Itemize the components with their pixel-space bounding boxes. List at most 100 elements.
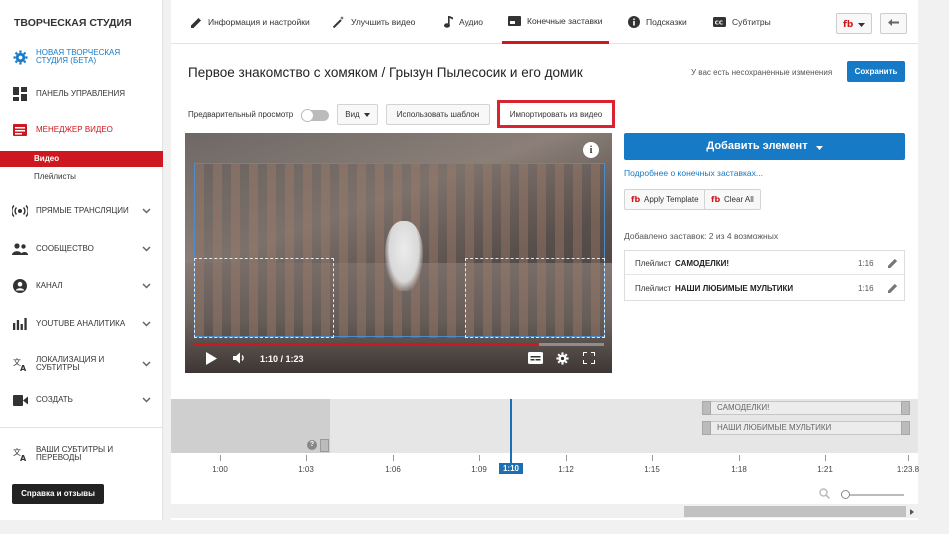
tab-info-settings[interactable]: Информация и настройки bbox=[191, 0, 310, 44]
timeline-ruler: 1:00 1:03 1:06 1:09 1:12 1:15 1:18 1:21 … bbox=[171, 453, 919, 483]
element-name: НАШИ ЛЮБИМЫЕ МУЛЬТИКИ bbox=[675, 284, 794, 293]
create-icon bbox=[12, 392, 28, 408]
channel-icon bbox=[12, 278, 28, 294]
list-item[interactable]: Плейлист САМОДЕЛКИ! 1:16 bbox=[625, 252, 904, 275]
add-element-button[interactable]: Добавить элемент bbox=[624, 133, 905, 160]
timeline-track-item[interactable]: НАШИ ЛЮБИМЫЕ МУЛЬТИКИ bbox=[702, 421, 910, 435]
tick-label: 1:09 bbox=[471, 465, 487, 474]
list-item[interactable]: Плейлист НАШИ ЛЮБИМЫЕ МУЛЬТИКИ 1:16 bbox=[625, 277, 904, 300]
zoom-icon bbox=[819, 488, 831, 501]
preview-label: Предварительный просмотр bbox=[188, 110, 294, 119]
help-feedback-button[interactable]: Справка и отзывы bbox=[12, 484, 104, 504]
track-handle-right[interactable] bbox=[901, 401, 910, 415]
tab-label: Конечные заставки bbox=[527, 15, 603, 26]
zoom-slider[interactable] bbox=[841, 490, 904, 499]
sidebar-item-create[interactable]: СОЗДАТЬ bbox=[0, 392, 163, 408]
tick-label: 1:06 bbox=[385, 465, 401, 474]
preview-toggle[interactable] bbox=[301, 109, 329, 122]
track-label: НАШИ ЛЮБИМЫЕ МУЛЬТИКИ bbox=[717, 423, 832, 432]
zoom-slider-knob[interactable] bbox=[841, 490, 850, 499]
clear-all-label: Clear All bbox=[724, 195, 754, 204]
sidebar-item-label: ЛОКАЛИЗАЦИЯ И СУБТИТРЫ bbox=[36, 354, 105, 372]
volume-icon[interactable] bbox=[233, 352, 246, 364]
tab-enhance[interactable]: Улучшить видео bbox=[333, 0, 415, 44]
subtitles-icon[interactable] bbox=[528, 352, 543, 364]
sidebar-item-localization[interactable]: 文A ЛОКАЛИЗАЦИЯ И СУБТИТРЫ bbox=[0, 352, 163, 376]
fullscreen-icon[interactable] bbox=[583, 352, 595, 364]
end-screen-element-placeholder[interactable] bbox=[194, 258, 334, 338]
settings-gear-icon[interactable] bbox=[556, 352, 569, 365]
scroll-right-icon[interactable] bbox=[907, 506, 917, 517]
element-duration: 1:16 bbox=[858, 284, 874, 293]
tick-mark bbox=[825, 455, 826, 461]
chevron-down-icon bbox=[858, 19, 865, 29]
view-dropdown[interactable]: Вид bbox=[337, 104, 378, 125]
tick-label: 1:15 bbox=[644, 465, 660, 474]
sidebar-subitem-playlists[interactable]: Плейлисты bbox=[0, 169, 163, 185]
element-list: Плейлист САМОДЕЛКИ! 1:16 Плейлист НАШИ Л… bbox=[624, 250, 905, 301]
timeline-start-handle[interactable] bbox=[320, 439, 329, 452]
pencil-icon[interactable] bbox=[888, 258, 898, 270]
sidebar-item-analytics[interactable]: YOUTUBE АНАЛИТИКА bbox=[0, 316, 163, 332]
unsaved-changes-text: У вас есть несохраненные изменения bbox=[691, 68, 833, 77]
tab-end-screens[interactable]: Конечные заставки bbox=[502, 0, 609, 44]
sidebar-item-label: КАНАЛ bbox=[36, 280, 63, 290]
sidebar: ТВОРЧЕСКАЯ СТУДИЯ НОВАЯ ТВОРЧЕСКАЯ СТУДИ… bbox=[0, 0, 163, 520]
sidebar-item-live[interactable]: ПРЯМЫЕ ТРАНСЛЯЦИИ bbox=[0, 203, 163, 219]
save-button[interactable]: Сохранить bbox=[847, 61, 905, 82]
clear-all-button[interactable]: fb Clear All bbox=[704, 189, 761, 210]
dashboard-icon bbox=[12, 86, 28, 102]
end-screen-icon bbox=[508, 15, 521, 26]
tick-mark bbox=[908, 455, 909, 461]
playhead[interactable] bbox=[510, 399, 512, 463]
channel-menu-button[interactable]: fb bbox=[836, 13, 872, 34]
progress-fill bbox=[193, 343, 540, 346]
tab-label: Аудио bbox=[459, 17, 483, 27]
chevron-down-icon bbox=[142, 206, 151, 216]
help-icon[interactable]: ? bbox=[307, 440, 317, 450]
playhead-time: 1:10 bbox=[499, 463, 523, 474]
apply-template-button[interactable]: fb Apply Template bbox=[624, 189, 706, 210]
magic-wand-icon bbox=[333, 16, 345, 28]
translate-icon: 文A bbox=[12, 446, 28, 462]
import-from-video-button[interactable]: Импортировать из видео bbox=[500, 104, 612, 125]
use-template-button[interactable]: Использовать шаблон bbox=[386, 104, 490, 125]
video-player[interactable]: i 1:10 / 1:23 bbox=[185, 133, 612, 373]
chevron-down-icon bbox=[363, 110, 370, 119]
track-handle-left[interactable] bbox=[702, 421, 711, 435]
back-button[interactable] bbox=[880, 13, 907, 34]
sidebar-item-label: YOUTUBE АНАЛИТИКА bbox=[36, 318, 126, 328]
track-handle-right[interactable] bbox=[901, 421, 910, 435]
sidebar-item-new-studio[interactable]: НОВАЯ ТВОРЧЕСКАЯ СТУДИЯ (БЕТА) bbox=[0, 45, 163, 69]
end-screen-editor: Первое знакомство с хомяком / Грызун Пыл… bbox=[171, 44, 918, 399]
tick-label: 1:21 bbox=[817, 465, 833, 474]
learn-more-link[interactable]: Подробнее о конечных заставках... bbox=[624, 168, 763, 178]
timeline-track-item[interactable]: САМОДЕЛКИ! bbox=[702, 401, 910, 415]
sidebar-item-channel[interactable]: КАНАЛ bbox=[0, 278, 163, 294]
video-progress-bar[interactable] bbox=[193, 343, 604, 346]
tab-audio[interactable]: Аудио bbox=[444, 0, 483, 44]
pencil-icon[interactable] bbox=[888, 283, 898, 295]
track-handle-left[interactable] bbox=[702, 401, 711, 415]
play-icon[interactable] bbox=[206, 352, 217, 365]
tick-mark bbox=[652, 455, 653, 461]
cc-icon: CC bbox=[713, 17, 726, 27]
back-arrow-icon bbox=[888, 18, 899, 29]
end-screen-element-placeholder[interactable] bbox=[465, 258, 605, 338]
tick-label: 1:12 bbox=[558, 465, 574, 474]
sidebar-item-video-manager[interactable]: МЕНЕДЖЕР ВИДЕО bbox=[0, 122, 163, 138]
sidebar-item-your-subtitles[interactable]: 文A ВАШИ СУБТИТРЫ И ПЕРЕВОДЫ bbox=[0, 442, 163, 466]
sidebar-subitem-videos[interactable]: Видео bbox=[0, 151, 163, 167]
svg-text:fb: fb bbox=[843, 20, 854, 28]
sidebar-item-label: МЕНЕДЖЕР ВИДЕО bbox=[36, 124, 113, 134]
sidebar-item-label: ПРЯМЫЕ ТРАНСЛЯЦИИ bbox=[36, 205, 129, 215]
scrollbar-thumb[interactable] bbox=[684, 506, 906, 517]
tick-label: 1:03 bbox=[298, 465, 314, 474]
tab-subtitles[interactable]: CC Субтитры bbox=[713, 0, 771, 44]
element-duration: 1:16 bbox=[858, 258, 874, 268]
tab-cards[interactable]: Подсказки bbox=[628, 0, 687, 44]
sidebar-item-dashboard[interactable]: ПАНЕЛЬ УПРАВЛЕНИЯ bbox=[0, 86, 163, 102]
sidebar-item-community[interactable]: СООБЩЕСТВО bbox=[0, 241, 163, 257]
info-icon[interactable]: i bbox=[583, 142, 599, 158]
live-icon bbox=[12, 203, 28, 219]
